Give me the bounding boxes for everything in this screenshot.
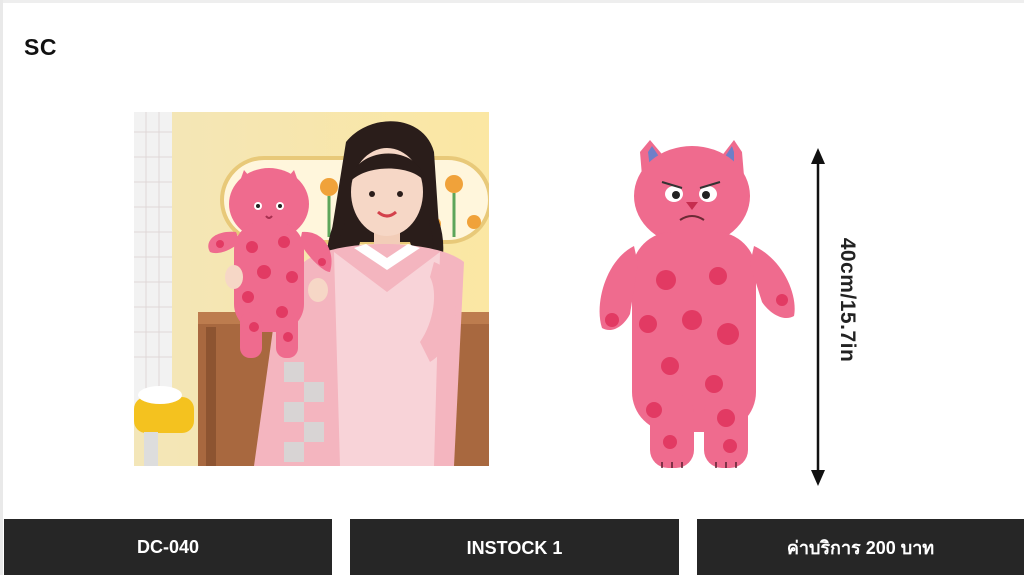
woman-holding-plush-photo-icon xyxy=(134,112,489,466)
fee-bar: ค่าบริการ 200 บาท xyxy=(697,519,1024,575)
service-fee: ค่าบริการ 200 บาท xyxy=(786,537,935,558)
lifestyle-photo xyxy=(134,112,489,466)
left-border xyxy=(0,0,3,575)
stock-bar: INSTOCK 1 xyxy=(350,519,679,575)
product-code: DC-040 xyxy=(136,536,200,557)
top-border xyxy=(0,0,1024,3)
size-label: 40cm/15.7in xyxy=(836,237,859,363)
product-code-bar: DC-040 xyxy=(4,519,332,575)
pink-cat-plush-icon xyxy=(522,64,874,500)
stock-status: INSTOCK 1 xyxy=(466,538,563,558)
brand-label: SC xyxy=(24,34,57,60)
product-photo xyxy=(522,64,874,500)
